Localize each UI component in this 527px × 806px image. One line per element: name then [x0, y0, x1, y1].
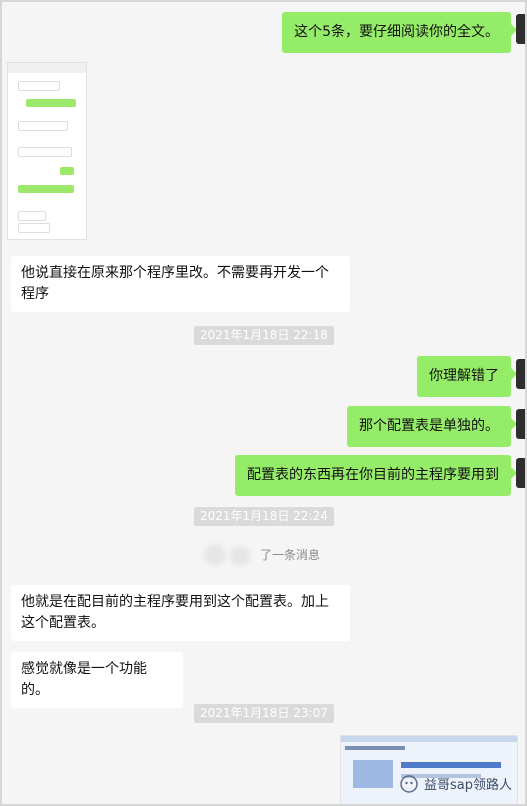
timestamp: 2021年1月18日 22:24	[194, 507, 334, 526]
my-message-bubble[interactable]: 那个配置表是单独的。	[347, 406, 517, 447]
recall-notice: 了一条消息	[196, 542, 336, 568]
recall-text: 了一条消息	[260, 548, 321, 562]
message-text: 感觉就像是一个功能的。	[21, 661, 147, 698]
blurred-name	[230, 546, 250, 566]
other-message-bubble[interactable]: 他说直接在原来那个程序里改。不需要再开发一个程序	[11, 256, 350, 312]
message-text: 他就是在配目前的主程序要用到这个配置表。加上这个配置表。	[21, 594, 329, 631]
message-text: 配置表的东西再在你目前的主程序要用到	[247, 467, 499, 483]
my-message-bubble[interactable]: 配置表的东西再在你目前的主程序要用到	[235, 455, 517, 496]
my-avatar[interactable]	[516, 409, 525, 439]
my-avatar[interactable]	[516, 458, 525, 488]
other-message-bubble[interactable]: 感觉就像是一个功能的。	[11, 652, 183, 708]
timestamp: 2021年1月18日 23:07	[194, 704, 334, 723]
timestamp: 2021年1月18日 22:18	[194, 326, 334, 345]
my-avatar[interactable]	[516, 359, 525, 389]
message-text: 他说直接在原来那个程序里改。不需要再开发一个程序	[21, 265, 329, 302]
my-message-bubble[interactable]: 你理解错了	[417, 356, 517, 397]
my-message-bubble[interactable]: 这个5条，要仔细阅读你的全文。	[282, 12, 517, 53]
message-text: 这个5条，要仔细阅读你的全文。	[294, 24, 499, 40]
message-text: 你理解错了	[429, 368, 499, 384]
message-text: 那个配置表是单独的。	[359, 418, 499, 434]
wechat-official-account-icon	[400, 775, 418, 793]
my-avatar[interactable]	[516, 14, 525, 44]
watermark-text: 益哥sap领路人	[424, 778, 512, 793]
chat-screenshot-image[interactable]	[7, 62, 87, 240]
other-message-bubble[interactable]: 他就是在配目前的主程序要用到这个配置表。加上这个配置表。	[11, 585, 350, 641]
chat-screenshot-image[interactable]	[340, 735, 518, 804]
blurred-name	[204, 544, 226, 566]
chat-window: 这个5条，要仔细阅读你的全文。 他说直接在原来那个程序里改。不需要再开发一个程序…	[0, 0, 527, 806]
